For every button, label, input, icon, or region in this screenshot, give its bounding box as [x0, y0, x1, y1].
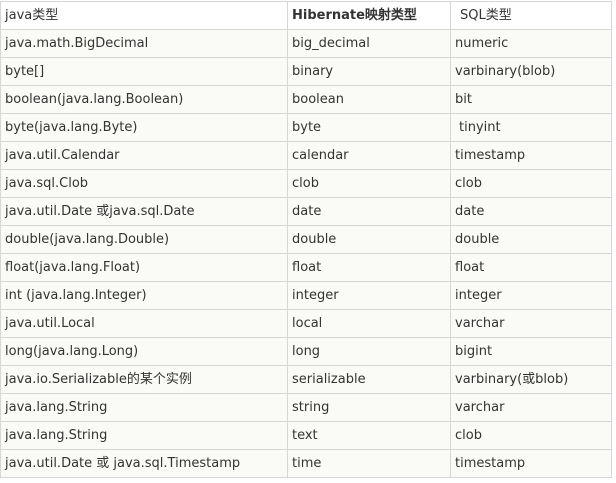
table-row: java.io.Serializable的某个实例 serializable v…	[0, 365, 612, 394]
table-row: java.util.Calendar calendar timestamp	[0, 141, 612, 170]
hibernate-type-cell: float	[287, 253, 451, 282]
table-row: java.lang.String text clob	[0, 421, 612, 450]
sql-type-cell: date	[450, 197, 612, 226]
header-sql-type: SQL类型	[450, 1, 612, 30]
java-type-cell: java.lang.String	[0, 393, 288, 422]
hibernate-type-cell: long	[287, 337, 451, 366]
hibernate-type-cell: calendar	[287, 141, 451, 170]
sql-type-cell: varbinary(blob)	[450, 57, 612, 86]
hibernate-type-cell: boolean	[287, 85, 451, 114]
sql-type-cell: varchar	[450, 309, 612, 338]
java-type-cell: float(java.lang.Float)	[0, 253, 288, 282]
java-type-cell: boolean(java.lang.Boolean)	[0, 85, 288, 114]
hibernate-type-cell: local	[287, 309, 451, 338]
hibernate-type-cell: big_decimal	[287, 29, 451, 58]
table-row: java.util.Local local varchar	[0, 309, 612, 338]
hibernate-type-cell: binary	[287, 57, 451, 86]
hibernate-type-cell: double	[287, 225, 451, 254]
sql-type-cell: varbinary(或blob)	[450, 365, 612, 394]
java-type-cell: byte(java.lang.Byte)	[0, 113, 288, 142]
java-type-cell: byte[]	[0, 57, 288, 86]
sql-type-cell: clob	[450, 421, 612, 450]
hibernate-type-cell: clob	[287, 169, 451, 198]
table-row: int (java.lang.Integer) integer integer	[0, 281, 612, 310]
hibernate-type-cell: serializable	[287, 365, 451, 394]
sql-type-cell: timestamp	[450, 449, 612, 478]
sql-type-cell: tinyint	[450, 113, 612, 142]
java-type-cell: java.util.Calendar	[0, 141, 288, 170]
table-row: java.lang.String string varchar	[0, 393, 612, 422]
table-row: long(java.lang.Long) long bigint	[0, 337, 612, 366]
hibernate-type-cell: text	[287, 421, 451, 450]
sql-type-cell: numeric	[450, 29, 612, 58]
java-type-cell: long(java.lang.Long)	[0, 337, 288, 366]
header-row: java类型 Hibernate映射类型 SQL类型	[0, 1, 612, 30]
sql-type-cell: bit	[450, 85, 612, 114]
java-type-cell: java.util.Date 或 java.sql.Timestamp	[0, 449, 288, 478]
table-row: java.util.Date 或 java.sql.Timestamp time…	[0, 449, 612, 478]
sql-type-cell: double	[450, 225, 612, 254]
table-row: java.util.Date 或java.sql.Date date date	[0, 197, 612, 226]
hibernate-type-cell: string	[287, 393, 451, 422]
java-type-cell: double(java.lang.Double)	[0, 225, 288, 254]
table-row: java.math.BigDecimal big_decimal numeric	[0, 29, 612, 58]
header-hibernate-type: Hibernate映射类型	[287, 1, 451, 30]
java-type-cell: java.util.Date 或java.sql.Date	[0, 197, 288, 226]
table-row: float(java.lang.Float) float float	[0, 253, 612, 282]
table-row: java.sql.Clob clob clob	[0, 169, 612, 198]
sql-type-cell: float	[450, 253, 612, 282]
hibernate-type-cell: time	[287, 449, 451, 478]
type-mapping-table: java类型 Hibernate映射类型 SQL类型 java.math.Big…	[0, 1, 612, 478]
hibernate-type-cell: date	[287, 197, 451, 226]
sql-type-cell: varchar	[450, 393, 612, 422]
sql-type-cell: integer	[450, 281, 612, 310]
hibernate-type-cell: byte	[287, 113, 451, 142]
sql-type-cell: clob	[450, 169, 612, 198]
table-row: boolean(java.lang.Boolean) boolean bit	[0, 85, 612, 114]
type-mapping-table-body: java类型 Hibernate映射类型 SQL类型 java.math.Big…	[0, 1, 612, 478]
table-row: byte(java.lang.Byte) byte tinyint	[0, 113, 612, 142]
header-java-type: java类型	[0, 1, 288, 30]
java-type-cell: int (java.lang.Integer)	[0, 281, 288, 310]
java-type-cell: java.util.Local	[0, 309, 288, 338]
java-type-cell: java.io.Serializable的某个实例	[0, 365, 288, 394]
java-type-cell: java.sql.Clob	[0, 169, 288, 198]
java-type-cell: java.lang.String	[0, 421, 288, 450]
hibernate-type-cell: integer	[287, 281, 451, 310]
table-row: double(java.lang.Double) double double	[0, 225, 612, 254]
table-row: byte[] binary varbinary(blob)	[0, 57, 612, 86]
sql-type-cell: bigint	[450, 337, 612, 366]
sql-type-cell: timestamp	[450, 141, 612, 170]
java-type-cell: java.math.BigDecimal	[0, 29, 288, 58]
